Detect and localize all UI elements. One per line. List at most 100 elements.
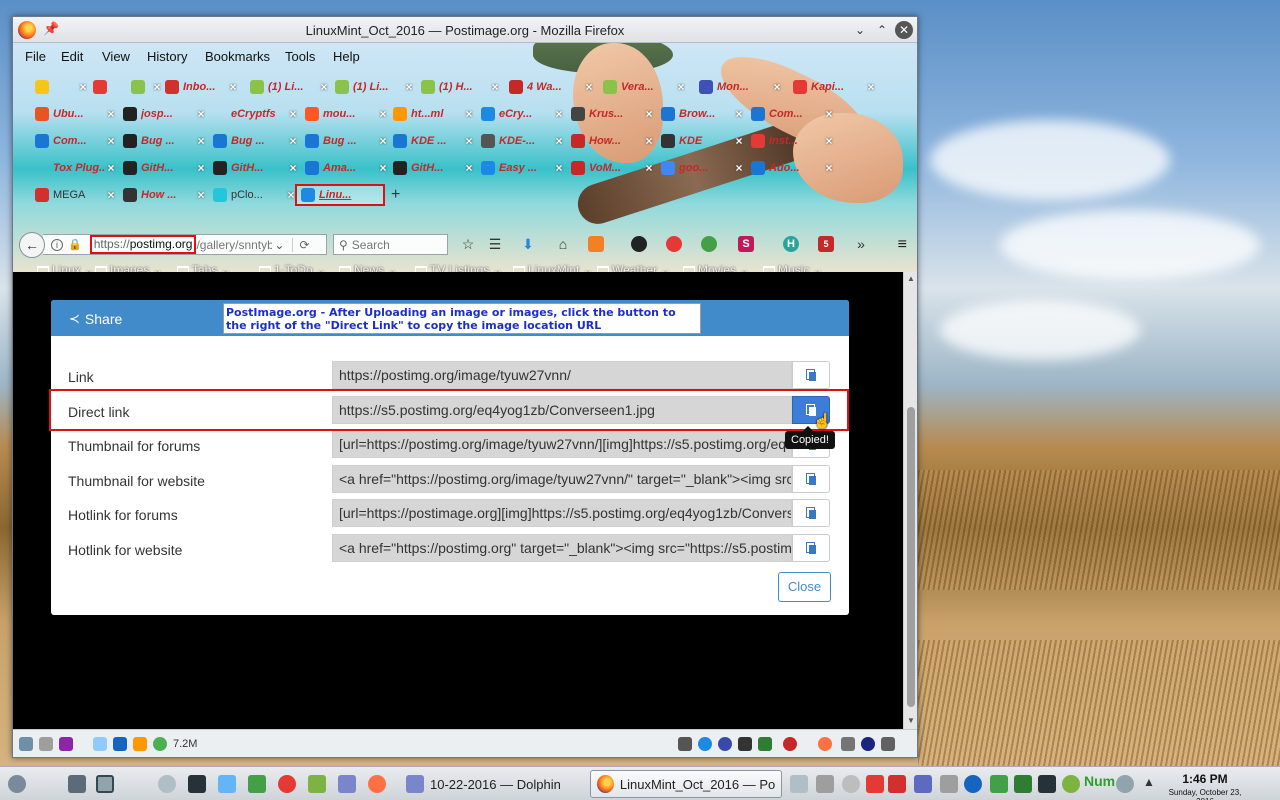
browser-tab[interactable]: GitH... ×	[389, 157, 475, 179]
clock[interactable]: 1:46 PM Sunday, October 23, 2016	[1160, 772, 1250, 800]
tab-close-icon[interactable]: ×	[643, 161, 655, 175]
tab-close-icon[interactable]: ×	[77, 80, 89, 94]
browser-tab[interactable]: eCry... ×	[477, 103, 565, 125]
share-link-field[interactable]: <a href="https://postimg.org" target="_b…	[332, 534, 792, 562]
url-dropdown-icon[interactable]: ⌄	[272, 238, 286, 252]
bookmark-folder[interactable]: News ⌄	[339, 263, 397, 272]
tray-icon[interactable]	[914, 775, 932, 793]
window-titlebar[interactable]: 📌 LinuxMint_Oct_2016 — Postimage.org - M…	[13, 17, 917, 43]
tab-close-icon[interactable]: ×	[733, 161, 745, 175]
menu-edit[interactable]: Edit	[61, 49, 83, 64]
browser-tab[interactable]: pClo... ×	[209, 184, 297, 206]
addon-icon[interactable]	[758, 737, 772, 751]
bookmark-folder[interactable]: Weather ⌄	[597, 263, 671, 272]
copy-button[interactable]	[792, 464, 830, 493]
browser-tab[interactable]: Com... ×	[747, 103, 835, 125]
printer-icon[interactable]	[881, 737, 895, 751]
browser-tab[interactable]: Ubu... ×	[31, 103, 117, 125]
browser-tab[interactable]: Vera... ×	[599, 76, 687, 98]
reading-list-icon[interactable]: ☰	[485, 234, 505, 254]
browser-tab[interactable]: Brow... ×	[657, 103, 745, 125]
browser-tab[interactable]: KDE-... ×	[477, 130, 565, 152]
launcher-icon[interactable]	[248, 775, 266, 793]
addon-icon[interactable]	[59, 737, 73, 751]
browser-tab[interactable]: goo... ×	[657, 157, 745, 179]
browser-tab[interactable]: Ama... ×	[301, 157, 389, 179]
browser-tab[interactable]: Linu...	[295, 184, 385, 206]
addon-icon[interactable]	[666, 236, 682, 252]
browser-tab[interactable]: (1) Li... ×	[246, 76, 330, 98]
browser-tab[interactable]: Bug ... ×	[209, 130, 299, 152]
printer-icon[interactable]	[19, 737, 33, 751]
terminal-icon[interactable]	[188, 775, 206, 793]
close-button[interactable]: Close	[778, 572, 831, 602]
tab-close-icon[interactable]: ×	[195, 107, 207, 121]
search-box[interactable]: ⚲ Search	[333, 234, 448, 255]
addon-icon[interactable]	[698, 737, 712, 751]
browser-tab[interactable]: eCryptfs ×	[209, 103, 299, 125]
minimize-icon[interactable]: ⌄	[851, 21, 869, 39]
reload-icon[interactable]: ⟳	[292, 237, 310, 252]
menu-history[interactable]: History	[147, 49, 187, 64]
copy-button[interactable]	[792, 534, 830, 562]
hp-icon[interactable]	[964, 775, 982, 793]
browser-tab[interactable]: Bug ... ×	[119, 130, 207, 152]
tab-close-icon[interactable]: ×	[675, 80, 687, 94]
browser-tab[interactable]: (1) Li... ×	[331, 76, 415, 98]
browser-tab[interactable]: Kapi... ×	[789, 76, 877, 98]
browser-tab[interactable]: Inbo... ×	[161, 76, 239, 98]
hamburger-menu-icon[interactable]: ≡	[898, 236, 907, 254]
bookmark-folder[interactable]: TV Listings ⌄	[415, 263, 503, 272]
browser-tab[interactable]: ×	[31, 76, 89, 98]
tab-close-icon[interactable]: ×	[195, 134, 207, 148]
tray-icon[interactable]	[940, 775, 958, 793]
browser-tab[interactable]: VoM... ×	[567, 157, 655, 179]
addon-icon[interactable]: S	[738, 236, 754, 252]
bookmark-folder[interactable]: 1-ToDo ⌄	[259, 263, 326, 272]
memory-icon[interactable]	[153, 737, 167, 751]
tab-close-icon[interactable]: ×	[403, 80, 415, 94]
browser-tab[interactable]: Krus... ×	[567, 103, 655, 125]
browser-tab[interactable]: (1) H... ×	[417, 76, 501, 98]
scroll-up-icon[interactable]: ▲	[904, 274, 918, 283]
launcher-icon[interactable]	[218, 775, 236, 793]
menu-tools[interactable]: Tools	[285, 49, 315, 64]
firefox-launcher-icon[interactable]	[368, 775, 386, 793]
browser-tab[interactable]: Tox Plug... ×	[31, 157, 117, 179]
addon-icon[interactable]	[783, 737, 797, 751]
close-window-icon[interactable]: ✕	[895, 21, 913, 39]
tab-close-icon[interactable]: ×	[195, 188, 207, 202]
browser-tab[interactable]: KDE ... ×	[389, 130, 475, 152]
browser-tab[interactable]: josp... ×	[119, 103, 207, 125]
vertical-scrollbar[interactable]: ▲ ▼	[903, 272, 917, 729]
bookmark-folder[interactable]: LinuxMint ⌄	[513, 263, 593, 272]
share-link-field[interactable]: <a href="https://postimg.org/image/tyuw2…	[332, 464, 792, 493]
browser-tab[interactable]: Inst... ×	[747, 130, 835, 152]
browser-tab[interactable]: MEGA ×	[31, 184, 117, 206]
tab-close-icon[interactable]: ×	[195, 161, 207, 175]
tab-close-icon[interactable]: ×	[287, 161, 299, 175]
tray-icon[interactable]	[842, 775, 860, 793]
tab-close-icon[interactable]: ×	[489, 80, 501, 94]
bookmark-folder[interactable]: Images ⌄	[95, 263, 163, 272]
addon-icon[interactable]	[861, 737, 875, 751]
bookmark-folder[interactable]: Linux ⌄	[37, 263, 94, 272]
tab-close-icon[interactable]: ×	[643, 107, 655, 121]
launcher-icon[interactable]	[158, 775, 176, 793]
browser-tab[interactable]: How ... ×	[119, 184, 207, 206]
bookmark-folder[interactable]: Movies ⌄	[683, 263, 749, 272]
bookmark-star-icon[interactable]: ☆	[458, 234, 478, 254]
share-link-field[interactable]: [url=https://postimage.org][img]https://…	[332, 499, 792, 528]
tab-close-icon[interactable]: ×	[463, 107, 475, 121]
addon-icon[interactable]	[39, 737, 53, 751]
browser-tab[interactable]: Mon... ×	[695, 76, 783, 98]
scroll-down-icon[interactable]: ▼	[904, 716, 918, 725]
tab-close-icon[interactable]: ×	[105, 107, 117, 121]
bookmark-folder[interactable]: Tabs ⌄	[177, 263, 231, 272]
tray-icon[interactable]	[816, 775, 834, 793]
network-icon[interactable]	[1116, 775, 1134, 793]
scrollbar-thumb[interactable]	[907, 407, 915, 707]
tab-close-icon[interactable]: ×	[733, 107, 745, 121]
addon-icon[interactable]	[588, 236, 604, 252]
launcher-icon[interactable]	[278, 775, 296, 793]
